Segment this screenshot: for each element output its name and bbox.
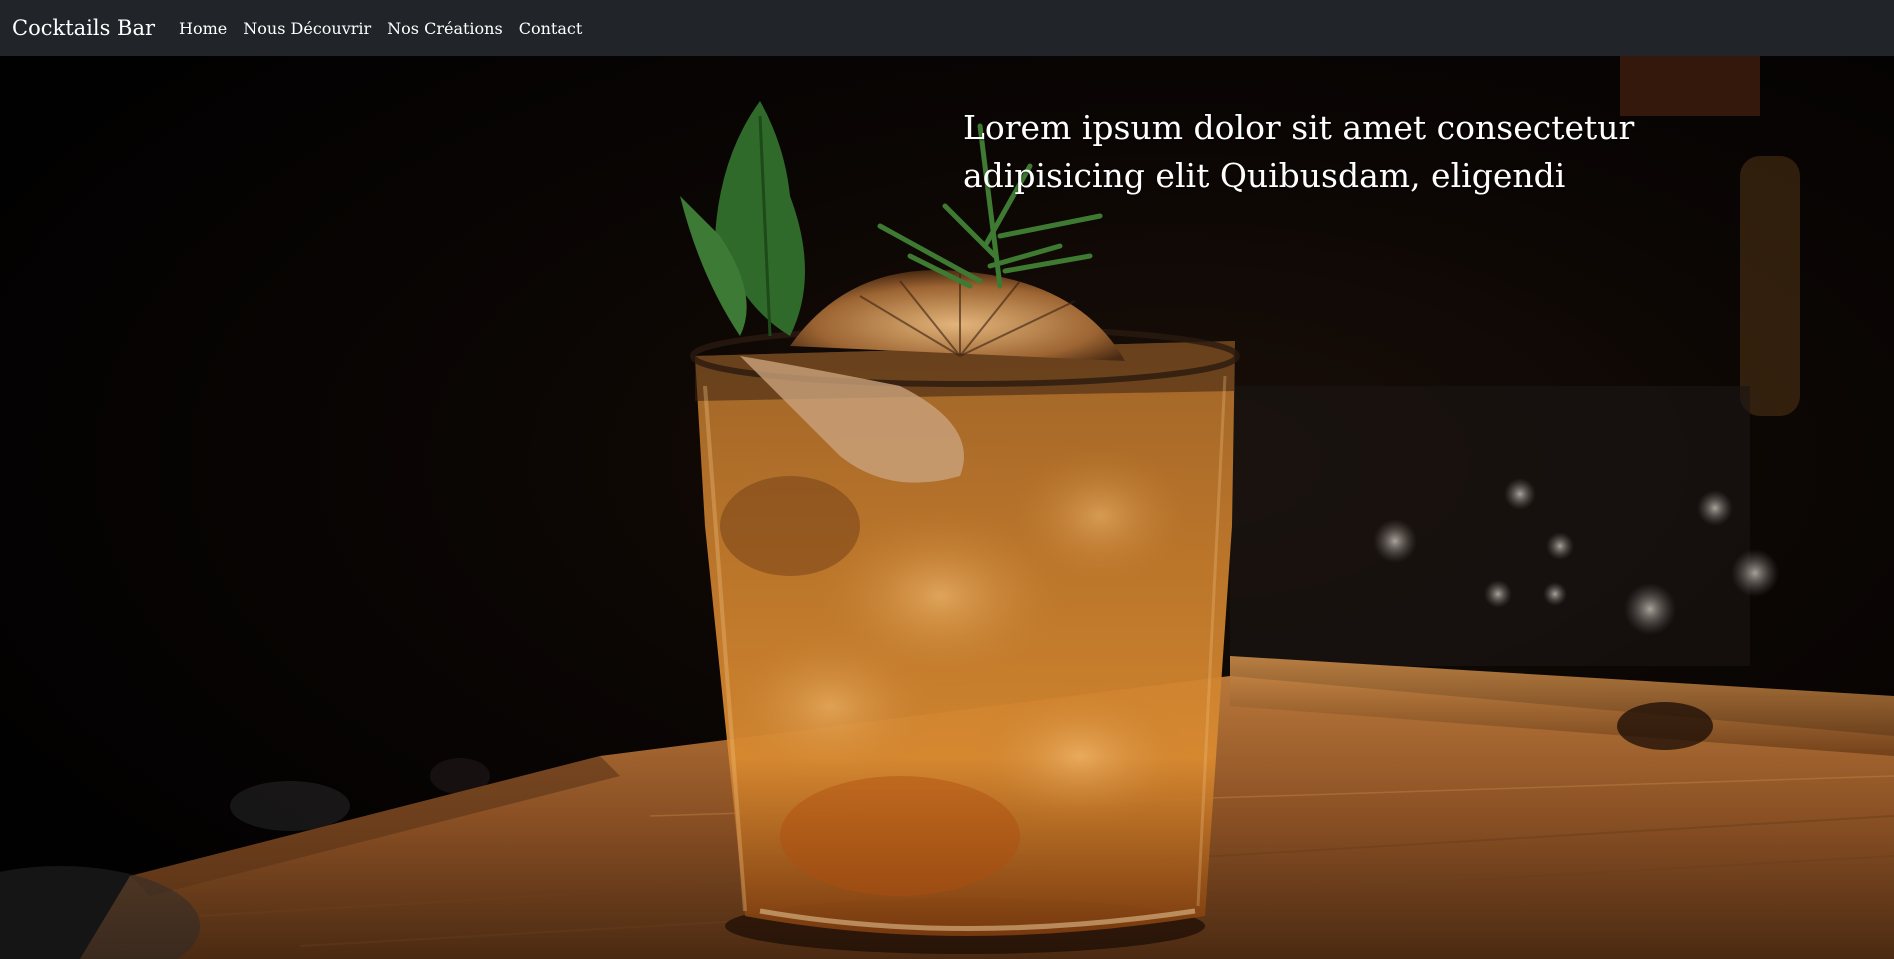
hero-title: Lorem ipsum dolor sit amet consectetur a… (963, 108, 1635, 195)
nav-link-home[interactable]: Home (179, 19, 227, 38)
nav-link-nous-decouvrir[interactable]: Nous Découvrir (243, 19, 371, 38)
nav-links: Home Nous Découvrir Nos Créations Contac… (179, 19, 598, 38)
nav-link-nos-creations[interactable]: Nos Créations (387, 19, 503, 38)
navbar: Cocktails Bar Home Nous Découvrir Nos Cr… (0, 0, 1894, 56)
brand-link[interactable]: Cocktails Bar (12, 16, 155, 40)
nav-link-contact[interactable]: Contact (519, 19, 583, 38)
hero-section: Lorem ipsum dolor sit amet consectetur a… (0, 56, 1894, 959)
